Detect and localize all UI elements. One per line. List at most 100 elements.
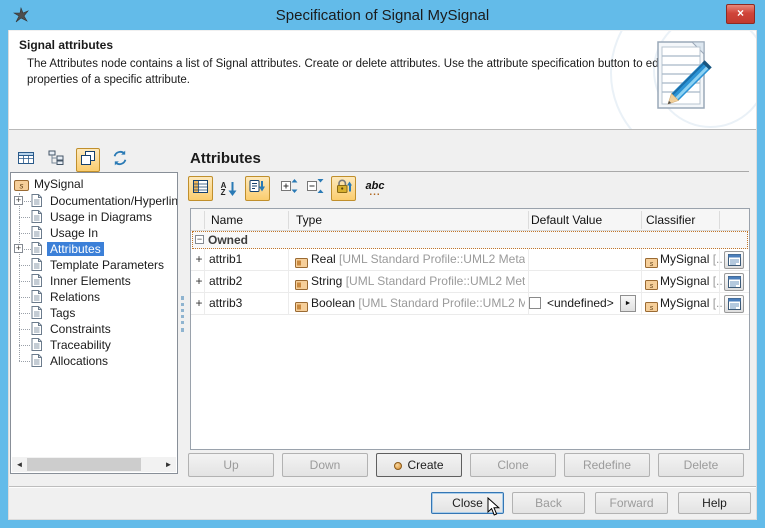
attribute-classifier: MySignal [... [660,274,722,288]
lock-editing-button[interactable] [331,176,356,201]
tree-stub [19,313,30,314]
collapse-all-button[interactable] [303,176,327,201]
row-expand-icon[interactable]: + [194,274,204,288]
scroll-left-icon[interactable]: ◄ [12,457,27,472]
refresh-button[interactable] [108,148,132,172]
collapse-icon[interactable]: − [195,235,204,244]
column-header-default-value[interactable]: Default Value [531,213,602,227]
column-header-name[interactable]: Name [211,213,243,227]
view-table-button[interactable] [14,148,38,172]
down-button[interactable]: Down [282,453,368,477]
view-containment-button[interactable] [44,148,68,172]
tree-horizontal-scrollbar[interactable]: ◄ ► [12,457,176,472]
attribute-classifier: MySignal [... [660,252,722,266]
expand-all-icon [281,178,298,199]
expand-icon[interactable]: + [14,196,23,205]
row-expand-icon[interactable]: + [194,296,204,310]
tree-root-row[interactable]: s MySignal [11,176,178,192]
create-button[interactable]: Create [376,453,462,477]
tree-stub [19,281,30,282]
tree-item-label: Traceability [47,338,114,352]
table-row[interactable]: + attrib2 String [UML Standard Profile::… [191,271,749,293]
tree-item-constraints[interactable]: Constraints [11,321,178,337]
column-separator [641,211,642,229]
group-by-icon [249,178,266,199]
default-value-text: <undefined> [547,296,614,310]
specification-table-icon [728,254,741,266]
tree-item-label: Relations [47,290,103,304]
sort-az-icon: AZ [221,182,227,196]
tree-item-inner-elements[interactable]: Inner Elements [11,273,178,289]
tree-item-usage-in-diagrams[interactable]: Usage in Diagrams [11,209,178,225]
value-dropdown-button[interactable]: ► [620,295,636,312]
arrow-down-icon [228,181,237,197]
group-label: Owned [208,233,248,247]
tree-stub [19,329,30,330]
abc-icon: abc... [366,182,385,195]
up-button[interactable]: Up [188,453,274,477]
tree-item-relations[interactable]: Relations [11,289,178,305]
tree-item-attributes[interactable]: + Attributes [11,241,178,257]
open-specification-button[interactable] [724,273,744,291]
table-row[interactable]: + attrib3 Boolean [UML Standard Profile:… [191,293,749,315]
tree-item-template-parameters[interactable]: Template Parameters [11,257,178,273]
lock-up-icon [335,178,353,199]
columns-config-button[interactable] [188,176,213,201]
sort-button[interactable]: AZ [217,176,241,201]
tree-item-traceability[interactable]: Traceability [11,337,178,353]
scroll-right-icon[interactable]: ► [161,457,176,472]
expand-all-button[interactable] [277,176,301,201]
specification-table-icon [728,298,741,310]
tree-item-label: Allocations [47,354,111,368]
tree-item-tags[interactable]: Tags [11,305,178,321]
help-button[interactable]: Help [678,492,751,514]
redefine-button[interactable]: Redefine [564,453,650,477]
specification-tree: s MySignal + Documentation/Hyperlink Usa… [10,172,178,474]
tree-stub [24,249,31,250]
attributes-table: Name Type Default Value Classifier − Own… [190,208,750,450]
title-bar[interactable]: Specification of Signal MySignal × [0,0,765,30]
expand-icon[interactable]: + [14,244,23,253]
refresh-icon [112,150,128,171]
tree-stub [24,201,31,202]
scrollbar-thumb[interactable] [27,458,141,471]
tree-item-usage-in[interactable]: Usage In [11,225,178,241]
forward-button[interactable]: Forward [595,492,668,514]
tree-item-documentation[interactable]: + Documentation/Hyperlink [11,193,178,209]
window-title: Specification of Signal MySignal [0,7,765,24]
row-expand-icon[interactable]: + [194,252,204,266]
open-specification-button[interactable] [724,295,744,313]
tree-item-label: Constraints [47,322,114,336]
right-arrow-icon: ► [625,300,632,307]
tree-stub [19,345,30,346]
attribute-name: attrib2 [209,274,242,288]
clone-button[interactable]: Clone [470,453,556,477]
header-description-line1: The Attributes node contains a list of S… [27,58,664,70]
column-header-type[interactable]: Type [296,213,322,227]
delete-button[interactable]: Delete [658,453,744,477]
attribute-type: Real [UML Standard Profile::UML2 Meta... [311,252,525,266]
tree-item-label: Tags [47,306,78,320]
edit-cell-button[interactable]: abc... [361,176,389,201]
attributes-document-pencil-icon [654,39,722,130]
attribute-name: attrib1 [209,252,242,266]
panel-splitter[interactable] [181,296,185,332]
back-button[interactable]: Back [512,492,585,514]
table-row[interactable]: + attrib1 Real [UML Standard Profile::UM… [191,249,749,271]
svg-text:s: s [650,261,654,268]
panel-title: Attributes [190,150,261,167]
open-specification-button[interactable] [724,251,744,269]
undefined-checkbox[interactable] [529,297,541,309]
page-icon [31,354,42,372]
group-by-button[interactable] [245,176,270,201]
group-row-owned[interactable]: − Owned [192,231,748,249]
close-window-button[interactable]: × [726,4,755,24]
svg-text:s: s [20,182,24,191]
mouse-cursor [487,497,501,522]
tree-root-label: MySignal [31,177,86,191]
dialog-header: Signal attributes The Attributes node co… [9,31,756,130]
column-separator [204,211,205,229]
view-windows-button[interactable] [76,148,100,172]
tree-item-allocations[interactable]: Allocations [11,353,178,369]
column-header-classifier[interactable]: Classifier [646,213,695,227]
